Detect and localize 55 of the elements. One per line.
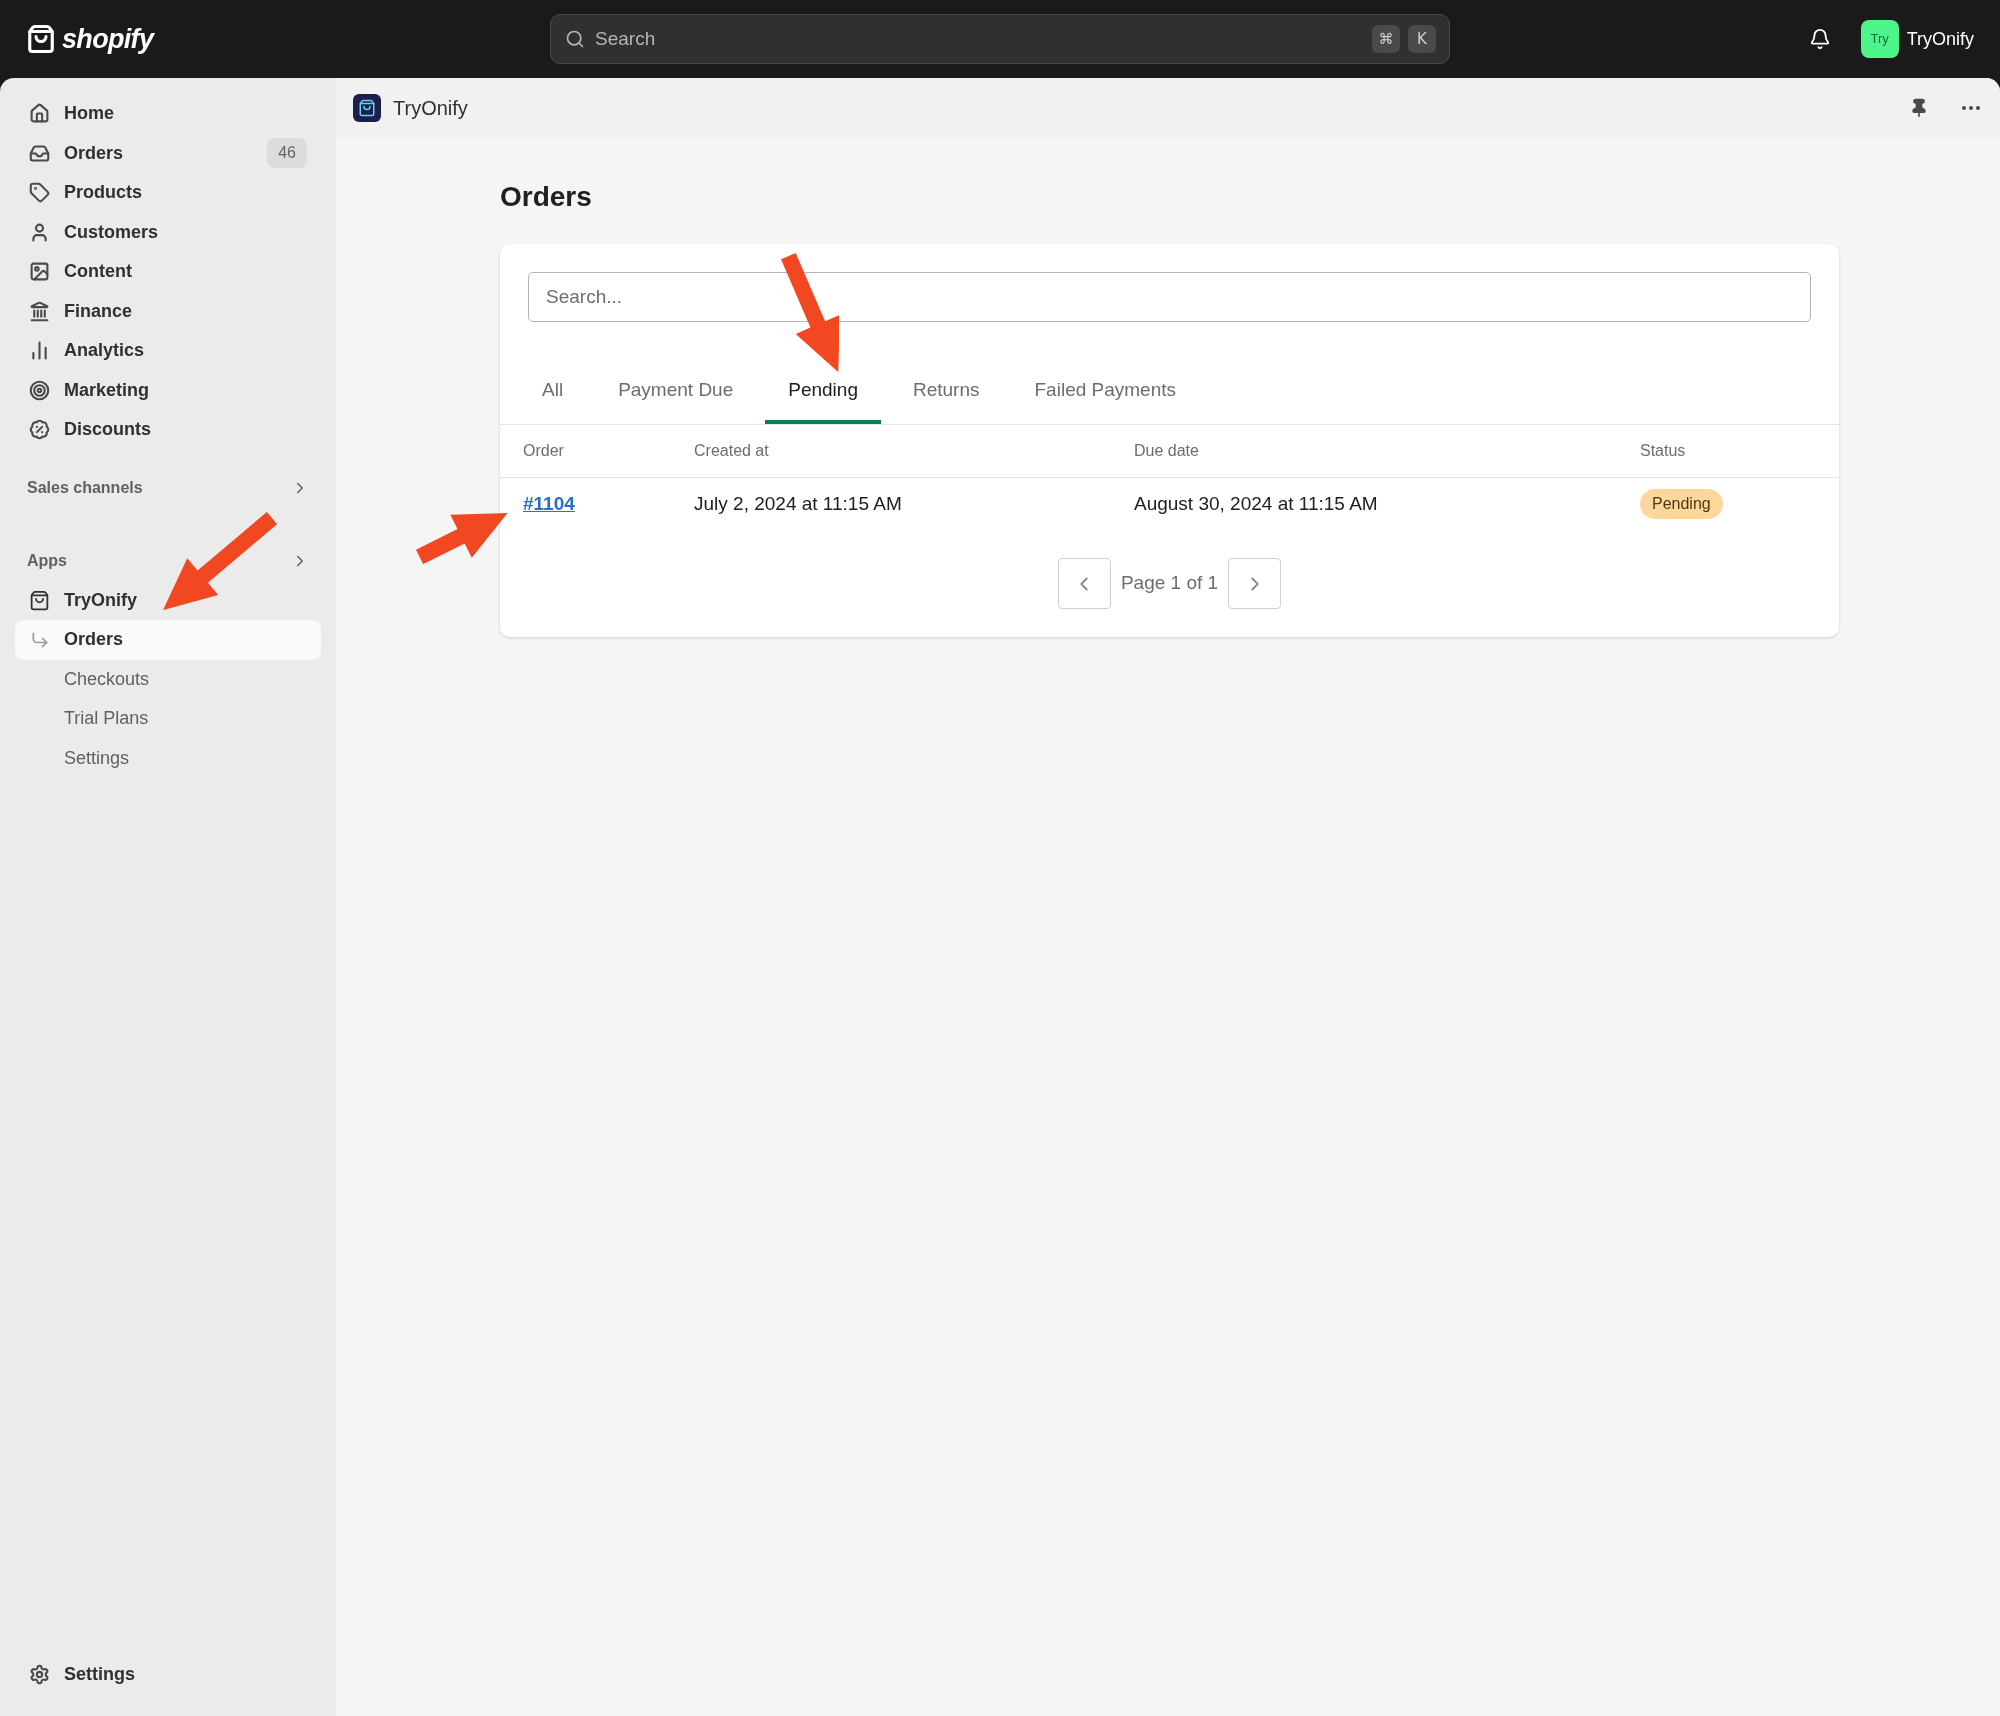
table-cell-text: July 2, 2024 at 11:15 AM	[694, 491, 903, 516]
sidebar-item[interactable]: Finance	[15, 291, 321, 331]
account-name[interactable]: TryOnify	[1906, 25, 1974, 53]
inbox-icon	[29, 142, 50, 164]
sidebar-item[interactable]: Content	[15, 252, 321, 292]
tab[interactable]: Failed Payments	[1011, 360, 1200, 424]
sidebar-item[interactable]: Products	[15, 173, 321, 213]
sidebar-subitem[interactable]: Orders	[15, 620, 321, 660]
column-header: Status	[1640, 441, 1687, 461]
order-link[interactable]: #1104	[523, 492, 575, 514]
sidebar-item[interactable]: Orders 46	[15, 133, 321, 173]
count-badge: 46	[267, 138, 307, 169]
column-header: Order	[523, 441, 565, 461]
table-cell-text: August 30, 2024 at 11:15 AM	[1134, 491, 1379, 516]
avatar[interactable]: Try	[1860, 20, 1899, 58]
sidebar-item[interactable]: Analytics	[15, 331, 321, 371]
section-heading: Apps	[27, 550, 67, 571]
sidebar-item[interactable]: TryOnify	[15, 580, 321, 620]
pin-icon[interactable]	[1909, 98, 1929, 118]
search-field[interactable]: Search...	[528, 272, 1811, 322]
sidebar-item[interactable]: Marketing	[15, 370, 321, 410]
page-indicator: Page 1 of 1	[1120, 571, 1219, 596]
tab[interactable]: Returns	[890, 360, 1003, 424]
bag-icon	[29, 589, 50, 611]
tab[interactable]: Payment Due	[595, 360, 757, 424]
column-header: Created at	[694, 441, 770, 461]
sidebar-item[interactable]: Discounts	[15, 410, 321, 450]
app-logo-icon	[353, 94, 381, 122]
logo-text: shopify	[62, 22, 154, 56]
column-header: Due date	[1134, 441, 1200, 461]
shopify-bag-icon	[26, 23, 56, 55]
app-title: TryOnify	[393, 96, 468, 121]
percent-badge-icon	[29, 419, 50, 441]
person-icon	[29, 221, 50, 243]
image-icon	[29, 261, 50, 283]
sidebar-subitem[interactable]: Settings	[15, 738, 321, 778]
page-heading: Orders	[500, 180, 593, 214]
bar-chart-icon	[29, 340, 50, 362]
target-icon	[29, 379, 50, 401]
search-icon	[565, 29, 585, 49]
notification-bell-icon[interactable]	[1808, 28, 1831, 50]
status-badge: Pending	[1640, 489, 1723, 519]
bank-icon	[29, 300, 50, 322]
sidebar-item[interactable]: Settings	[15, 1654, 321, 1694]
tag-icon	[29, 182, 50, 204]
sidebar-item[interactable]: Home	[15, 94, 321, 134]
sidebar-subitem[interactable]: Trial Plans	[15, 699, 321, 739]
shortcut-key: K	[1408, 25, 1436, 53]
section-heading: Sales channels	[27, 477, 143, 498]
shortcut-key: ⌘	[1372, 25, 1400, 53]
tab[interactable]: All	[519, 360, 587, 424]
settings-icon	[29, 1663, 50, 1685]
sidebar-item[interactable]: Customers	[15, 212, 321, 252]
sidebar-subitem[interactable]: Checkouts	[15, 659, 321, 699]
home-icon	[29, 103, 50, 125]
